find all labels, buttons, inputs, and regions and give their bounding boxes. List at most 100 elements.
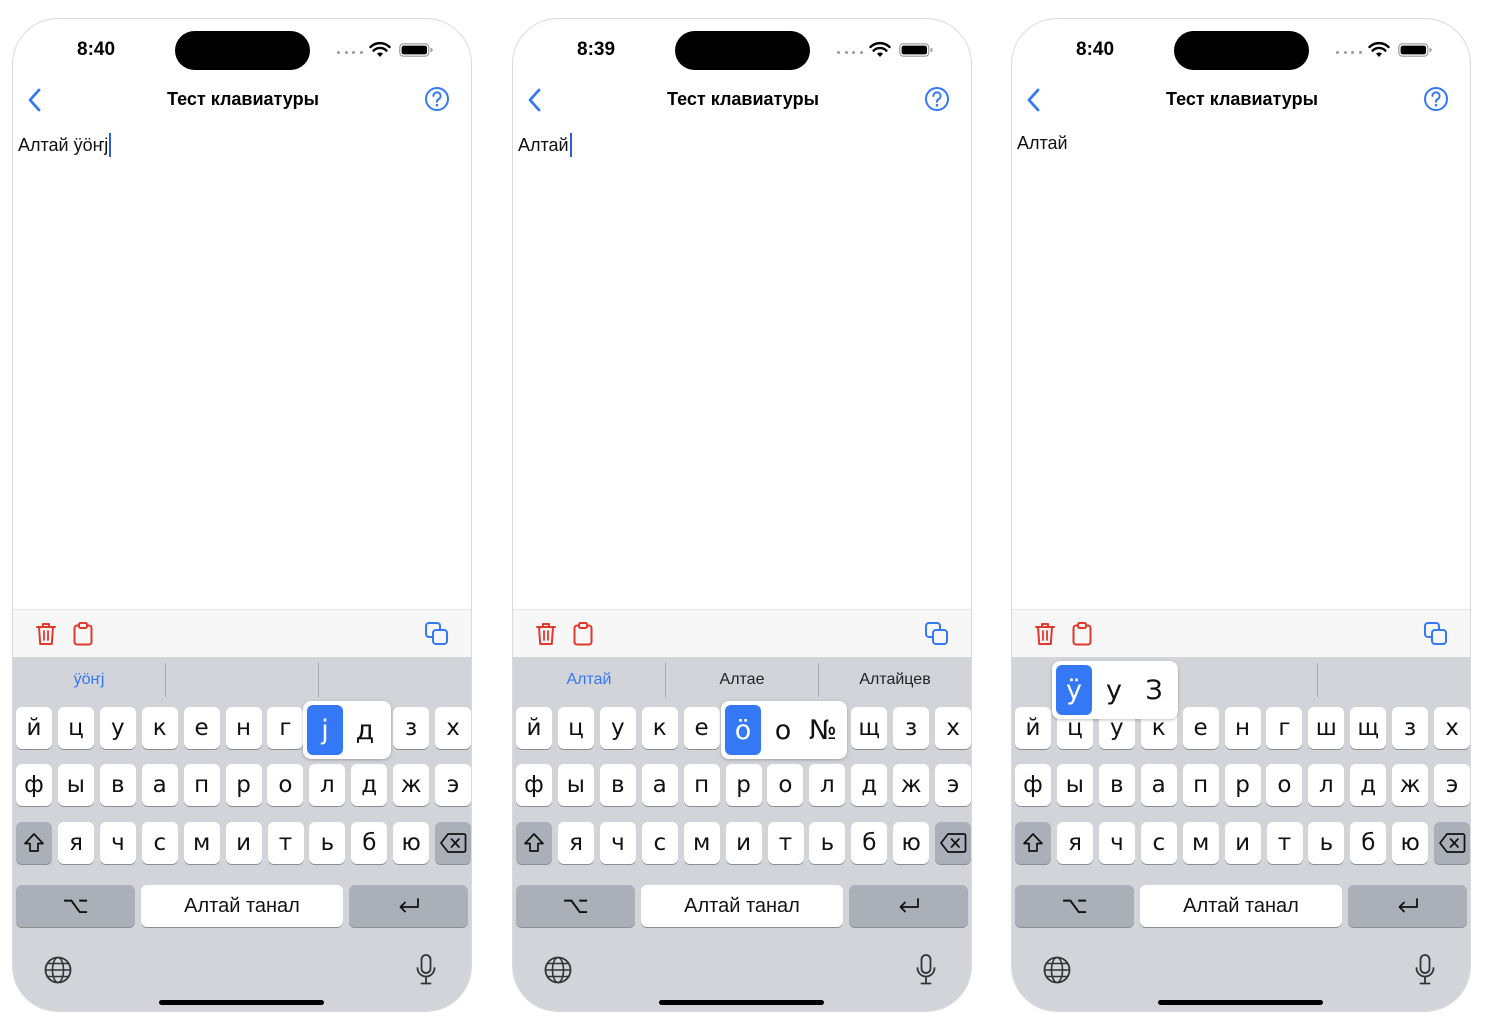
key-э[interactable]: э (435, 764, 471, 806)
key-у[interactable]: у (599, 707, 636, 749)
popup-char-3[interactable]: З (1136, 665, 1172, 715)
clipboard-icon[interactable] (572, 621, 594, 647)
globe-icon[interactable] (43, 955, 73, 985)
key-п[interactable]: п (183, 764, 220, 806)
key-в[interactable]: в (99, 764, 136, 806)
key-ж[interactable]: ж (393, 764, 430, 806)
suggestion-3[interactable] (1318, 663, 1470, 697)
space-bar[interactable]: Алтай танал (1140, 885, 1342, 927)
key-с[interactable]: с (641, 822, 678, 864)
key-ж[interactable]: ж (893, 764, 930, 806)
key-ф[interactable]: ф (1015, 764, 1051, 806)
key-н[interactable]: н (225, 707, 262, 749)
key-о[interactable]: о (1266, 764, 1303, 806)
key-е[interactable]: е (683, 707, 720, 749)
key-а[interactable]: а (1140, 764, 1177, 806)
key-ц[interactable]: ц (557, 707, 594, 749)
suggestion-3[interactable] (319, 663, 471, 697)
delete-key[interactable] (435, 822, 471, 864)
suggestion-2[interactable] (166, 663, 318, 697)
popup-char-1[interactable]: ј (307, 705, 343, 755)
clipboard-icon[interactable] (72, 621, 94, 647)
key-ю[interactable]: ю (393, 822, 430, 864)
key-ь[interactable]: ь (1308, 822, 1345, 864)
delete-key[interactable] (1434, 822, 1470, 864)
return-key[interactable] (849, 885, 968, 927)
key-м[interactable]: м (1182, 822, 1219, 864)
clipboard-icon[interactable] (1071, 621, 1093, 647)
help-question-icon[interactable] (424, 86, 450, 112)
globe-icon[interactable] (543, 955, 573, 985)
copy-icon[interactable] (924, 621, 950, 647)
key-й[interactable]: й (1015, 707, 1051, 749)
microphone-icon[interactable] (415, 953, 437, 987)
keyboard-test-textarea[interactable]: Алтай (518, 133, 572, 157)
suggestion-3[interactable]: Алтайцев (819, 663, 971, 697)
key-м[interactable]: м (683, 822, 720, 864)
key-в[interactable]: в (599, 764, 636, 806)
key-у[interactable]: у (99, 707, 136, 749)
key-а[interactable]: а (141, 764, 178, 806)
key-ц[interactable]: ц (57, 707, 94, 749)
key-ж[interactable]: ж (1392, 764, 1429, 806)
help-question-icon[interactable] (924, 86, 950, 112)
option-key[interactable]: ⌥ (1015, 885, 1134, 927)
key-ы[interactable]: ы (557, 764, 594, 806)
key-э[interactable]: э (935, 764, 971, 806)
key-б[interactable]: б (851, 822, 888, 864)
suggestion-1[interactable]: Алтай (513, 663, 665, 697)
popup-char-3[interactable]: № (805, 705, 841, 755)
key-щ[interactable]: щ (1350, 707, 1387, 749)
option-key[interactable]: ⌥ (516, 885, 635, 927)
key-с[interactable]: с (1140, 822, 1177, 864)
key-н[interactable]: н (1224, 707, 1261, 749)
key-о[interactable]: о (267, 764, 304, 806)
key-и[interactable]: и (1224, 822, 1261, 864)
key-г[interactable]: г (267, 707, 304, 749)
key-о[interactable]: о (767, 764, 804, 806)
key-ы[interactable]: ы (1056, 764, 1093, 806)
popup-char-2[interactable]: о (765, 705, 801, 755)
key-э[interactable]: э (1434, 764, 1470, 806)
microphone-icon[interactable] (915, 953, 937, 987)
key-б[interactable]: б (1350, 822, 1387, 864)
back-chevron-icon[interactable] (1022, 86, 1046, 114)
key-п[interactable]: п (1182, 764, 1219, 806)
key-е[interactable]: е (183, 707, 220, 749)
popup-char-2[interactable]: у (1096, 665, 1132, 715)
key-ч[interactable]: ч (99, 822, 136, 864)
key-я[interactable]: я (1057, 822, 1093, 864)
key-с[interactable]: с (141, 822, 178, 864)
trash-icon[interactable] (535, 621, 557, 647)
key-т[interactable]: т (1266, 822, 1303, 864)
key-х[interactable]: х (1434, 707, 1470, 749)
back-chevron-icon[interactable] (523, 86, 547, 114)
option-key[interactable]: ⌥ (16, 885, 135, 927)
key-п[interactable]: п (683, 764, 720, 806)
key-я[interactable]: я (58, 822, 94, 864)
return-key[interactable] (1348, 885, 1467, 927)
popup-char-2[interactable]: д (347, 705, 383, 755)
key-ш[interactable]: ш (1308, 707, 1345, 749)
key-ь[interactable]: ь (809, 822, 846, 864)
shift-key[interactable] (516, 822, 552, 864)
key-ф[interactable]: ф (16, 764, 52, 806)
key-л[interactable]: л (309, 764, 346, 806)
key-и[interactable]: и (725, 822, 762, 864)
shift-key[interactable] (16, 822, 52, 864)
key-т[interactable]: т (267, 822, 304, 864)
key-ю[interactable]: ю (893, 822, 930, 864)
key-р[interactable]: р (725, 764, 762, 806)
help-question-icon[interactable] (1423, 86, 1449, 112)
key-ь[interactable]: ь (309, 822, 346, 864)
key-я[interactable]: я (558, 822, 594, 864)
key-м[interactable]: м (183, 822, 220, 864)
key-т[interactable]: т (767, 822, 804, 864)
delete-key[interactable] (935, 822, 971, 864)
back-chevron-icon[interactable] (23, 86, 47, 114)
key-з[interactable]: з (1392, 707, 1429, 749)
key-б[interactable]: б (351, 822, 388, 864)
key-р[interactable]: р (225, 764, 262, 806)
globe-icon[interactable] (1042, 955, 1072, 985)
trash-icon[interactable] (35, 621, 57, 647)
